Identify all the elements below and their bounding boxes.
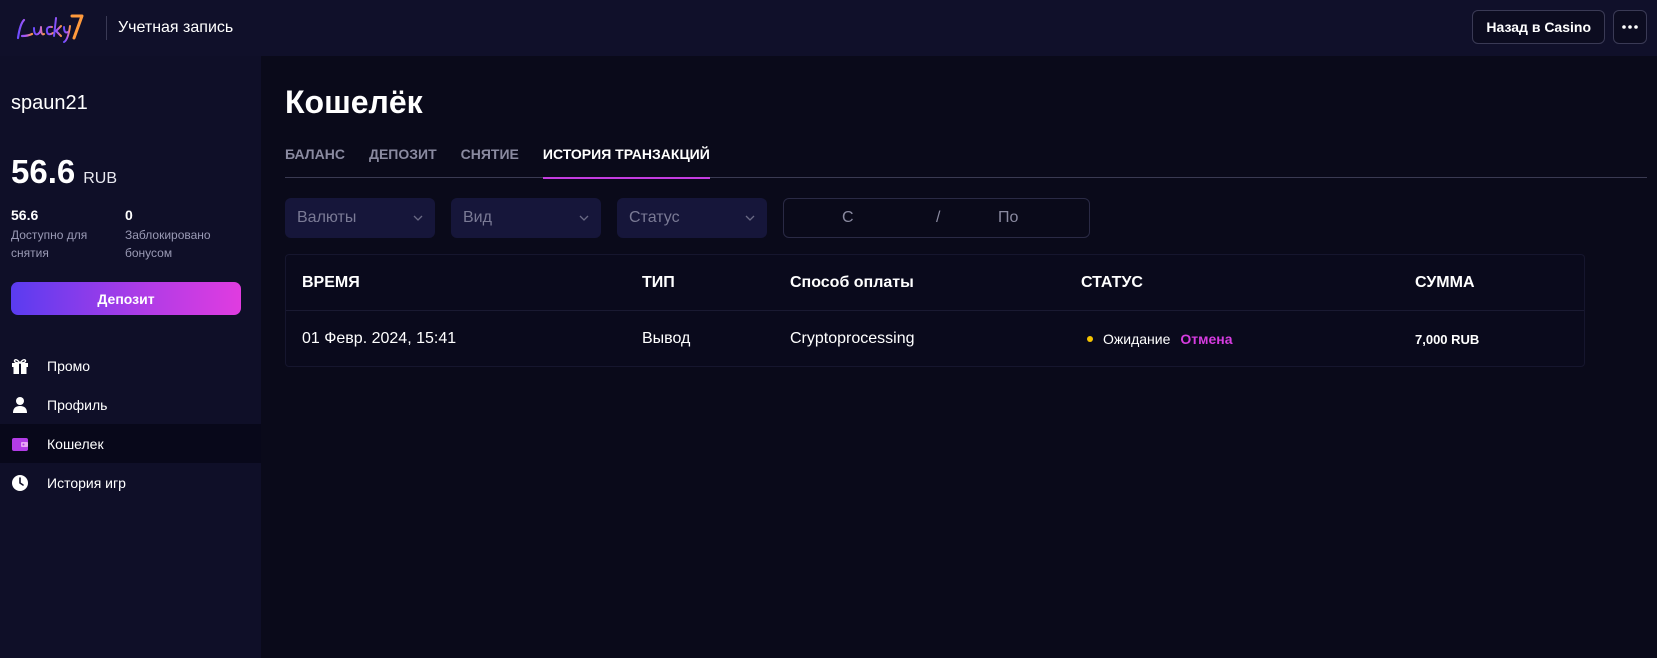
row-amount: 7,000 RUB [1415,331,1480,347]
header-type: ТИП [642,274,675,291]
table-header: ВРЕМЯ ТИП Способ оплаты СТАТУС СУММА [286,255,1584,311]
sidebar-item-profile[interactable]: Профиль [0,385,261,424]
table-row: 01 Февр. 2024, 15:41 Вывод Cryptoprocess… [286,311,1584,367]
type-select-placeholder: Вид [463,209,492,226]
chevron-down-icon [413,215,423,221]
currency-select-placeholder: Валюты [297,209,357,226]
header-divider [106,16,107,40]
header-method: Способ оплаты [790,274,914,291]
page-title: Кошелёк [285,84,423,120]
row-time: 01 Февр. 2024, 15:41 [302,330,457,347]
tab-deposit[interactable]: ДЕПОЗИТ [369,130,437,178]
row-status: Ожидание Отмена [1087,311,1233,367]
type-select[interactable]: Вид [451,198,601,238]
transactions-table: ВРЕМЯ ТИП Способ оплаты СТАТУС СУММА 01 … [285,254,1585,367]
sidebar-item-promo[interactable]: Промо [0,346,261,385]
chevron-down-icon [579,215,589,221]
row-method: Cryptoprocessing [790,330,915,347]
balance-amount: 56.6 [11,153,76,190]
row-type: Вывод [642,330,691,347]
lucky7-logo[interactable] [14,8,88,48]
locked-label: Заблокировано бонусом [125,228,211,260]
available-stat: 56.6 Доступно для снятия [11,207,111,262]
sidebar-nav: Промо Профиль Кошелек История игр [0,346,261,502]
sidebar-item-label: Промо [47,357,91,374]
balance-currency: RUB [83,170,118,187]
sidebar-item-label: История игр [47,474,126,491]
more-menu-button[interactable] [1613,10,1647,44]
cancel-transaction-link[interactable]: Отмена [1180,331,1232,347]
tab-withdraw[interactable]: СНЯТИЕ [461,130,519,178]
gift-icon [11,357,29,375]
deposit-button[interactable]: Депозит [11,282,241,315]
sidebar-item-wallet[interactable]: Кошелек [0,424,261,463]
header-actions: Назад в Casino [1472,10,1647,44]
wallet-tabs: БАЛАНС ДЕПОЗИТ СНЯТИЕ ИСТОРИЯ ТРАНЗАКЦИЙ [285,130,1647,179]
sidebar-item-game-history[interactable]: История игр [0,463,261,502]
sidebar: spaun21 56.6 RUB 56.6 Доступно для сняти… [0,56,261,658]
date-separator: / [936,209,941,226]
locked-value: 0 [125,207,133,223]
status-text: Ожидание [1103,331,1171,347]
currency-select[interactable]: Валюты [285,198,435,238]
logo-icon [16,14,84,43]
date-from-field[interactable]: С [842,209,854,227]
balance-display: 56.6 RUB [11,153,117,191]
sidebar-item-label: Кошелек [47,435,104,452]
date-to-field[interactable]: По [998,209,1018,227]
locked-stat: 0 Заблокировано бонусом [125,207,225,262]
header-amount: СУММА [1415,274,1475,291]
username: spaun21 [11,92,88,114]
status-select-placeholder: Статус [629,209,680,226]
tab-transaction-history[interactable]: ИСТОРИЯ ТРАНЗАКЦИЙ [542,130,710,179]
available-value: 56.6 [11,207,39,223]
top-header: Учетная запись Назад в Casino [0,0,1657,56]
sidebar-item-label: Профиль [47,396,108,413]
header-time: ВРЕМЯ [302,274,360,291]
more-dots-icon [1622,25,1638,29]
pending-status-dot-icon [1087,336,1093,342]
wallet-icon [11,435,29,453]
header-title: Учетная запись [118,19,234,36]
available-label: Доступно для снятия [11,228,88,260]
main-content: Кошелёк БАЛАНС ДЕПОЗИТ СНЯТИЕ ИСТОРИЯ ТР… [261,56,1657,658]
tab-balance[interactable]: БАЛАНС [285,130,345,178]
filters-bar: Валюты Вид Статус С / По [285,198,1090,238]
user-icon [11,396,29,414]
chevron-down-icon [745,215,755,221]
clock-icon [11,474,29,492]
status-select[interactable]: Статус [617,198,767,238]
date-range-picker[interactable]: С / По [783,198,1090,238]
header-status: СТАТУС [1081,274,1143,291]
back-to-casino-button[interactable]: Назад в Casino [1472,10,1605,44]
